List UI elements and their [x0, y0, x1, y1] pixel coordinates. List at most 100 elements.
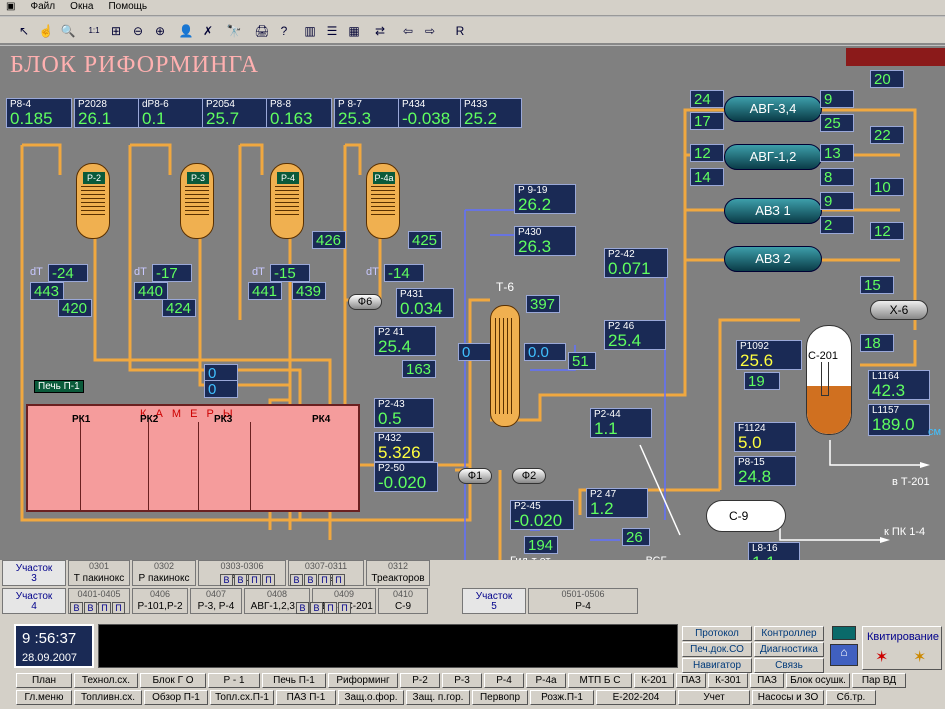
nav-5[interactable]: Связь [754, 658, 824, 673]
zero-2[interactable]: 0 [458, 343, 494, 361]
reactor-1[interactable]: Р-3 [180, 163, 214, 239]
nav2-11[interactable]: Насосы и ЗО [752, 690, 824, 705]
nav1-16[interactable]: Пар ВД [852, 673, 906, 688]
nav2-10[interactable]: Учет [678, 690, 750, 705]
avg-val-v12[interactable]: 12 [870, 222, 904, 240]
param-p247[interactable]: Р2 47 1.2 [586, 488, 648, 518]
nav1-10[interactable]: МТП Б С [568, 673, 632, 688]
separator-c201[interactable] [806, 325, 852, 435]
param-top-6[interactable]: Р434 -0.038 [398, 98, 464, 128]
param-top-2[interactable]: dР8-6 0.1 [138, 98, 204, 128]
temp-t440[interactable]: 440 [134, 282, 168, 300]
air-cooler-0[interactable]: АВГ-3,4 [724, 96, 822, 122]
nav-3[interactable]: Диагностика [754, 642, 824, 657]
avg-val-r9b[interactable]: 9 [820, 192, 854, 210]
avg-val-l12[interactable]: 12 [690, 144, 724, 162]
nav2-2[interactable]: Обзор П-1 [144, 690, 208, 705]
filter-f2[interactable]: Ф2 [512, 468, 546, 484]
mode-button-2-3[interactable]: П [112, 602, 125, 614]
avg-val-v22[interactable]: 22 [870, 126, 904, 144]
val-26[interactable]: 26 [622, 528, 650, 546]
furnace-p1[interactable]: К А М Е Р Ы РК1 РК2 РК3 РК4 [26, 404, 360, 512]
nav2-1[interactable]: Топливн.сх. [74, 690, 142, 705]
avg-val-r25[interactable]: 25 [820, 114, 854, 132]
mode-button-3-3[interactable]: П [338, 602, 351, 614]
mode-button-3-0[interactable]: В [296, 602, 309, 614]
param-top-4[interactable]: Р8-8 0.163 [266, 98, 332, 128]
temp-t424[interactable]: 424 [162, 299, 196, 317]
param-p919[interactable]: Р 9-19 26.2 [514, 184, 576, 214]
temp-t441[interactable]: 441 [248, 282, 282, 300]
separator-c9[interactable]: С-9 [706, 500, 786, 532]
param-top-3[interactable]: Р2054 25.7 [202, 98, 268, 128]
sec4-item-5[interactable]: 0410 С-9 [378, 588, 428, 614]
param-top-1[interactable]: Р2028 26.1 [74, 98, 140, 128]
param-p241[interactable]: Р2 41 25.4 [374, 326, 436, 356]
reactor-3[interactable]: Р-4а [366, 163, 400, 239]
monitor-icon[interactable] [832, 626, 856, 640]
mode-button-2-2[interactable]: П [98, 602, 111, 614]
val-163[interactable]: 163 [402, 360, 436, 378]
nav-2[interactable]: Печ.док.СО [682, 642, 752, 657]
nav1-0[interactable]: План [16, 673, 72, 688]
reactor-0[interactable]: Р-2 [76, 163, 110, 239]
nav1-4[interactable]: Печь П-1 [262, 673, 326, 688]
mode-button-1-0[interactable]: В [290, 574, 303, 586]
avg-val-r8[interactable]: 8 [820, 168, 854, 186]
section-5-button[interactable]: Участок 5 [462, 588, 526, 614]
mode-button-3-1[interactable]: В [310, 602, 323, 614]
avg-val-l24[interactable]: 24 [690, 90, 724, 108]
cooler-x6[interactable]: Х-6 [870, 300, 928, 320]
section-3-button[interactable]: Участок 3 [2, 560, 66, 586]
param-l1164[interactable]: L1164 42.3 [868, 370, 930, 400]
mode-button-2-0[interactable]: В [70, 602, 83, 614]
val-19[interactable]: 19 [744, 372, 780, 390]
mode-button-0-3[interactable]: П [262, 574, 275, 586]
dt-dt2[interactable]: -17 [152, 264, 192, 282]
nav1-3[interactable]: Р - 1 [208, 673, 260, 688]
mode-button-2-1[interactable]: В [84, 602, 97, 614]
sec3-item-1[interactable]: 0302 Р пакинокс [132, 560, 196, 586]
sec3-item-4[interactable]: 0312 Треакторов [366, 560, 430, 586]
sec4-item-1[interactable]: 0406 Р-101,Р-2 [132, 588, 188, 614]
zero-3[interactable]: 0.0 [524, 343, 566, 361]
param-top-7[interactable]: Р433 25.2 [460, 98, 522, 128]
temp-t439[interactable]: 439 [292, 282, 326, 300]
nav2-5[interactable]: Защ.о.фор. [338, 690, 404, 705]
param-l1157[interactable]: L1157 189.0 [868, 404, 930, 436]
mode-button-0-1[interactable]: В [234, 574, 247, 586]
val-194[interactable]: 194 [524, 536, 558, 554]
zero-1[interactable]: 0 [204, 380, 238, 398]
nav-1[interactable]: Контроллер [754, 626, 824, 641]
param-top-5[interactable]: Р 8-7 25.3 [334, 98, 400, 128]
nav2-4[interactable]: ПАЗ П-1 [276, 690, 336, 705]
nav1-6[interactable]: Р-2 [400, 673, 440, 688]
air-cooler-3[interactable]: АВЗ 2 [724, 246, 822, 272]
temp-t426[interactable]: 426 [312, 231, 346, 249]
nav2-6[interactable]: Защ. п.гор. [406, 690, 470, 705]
mode-button-1-3[interactable]: П [332, 574, 345, 586]
mode-button-0-0[interactable]: В [220, 574, 233, 586]
avg-val-r13[interactable]: 13 [820, 144, 854, 162]
avg-val-l17[interactable]: 17 [690, 112, 724, 130]
avg-val-v10[interactable]: 10 [870, 178, 904, 196]
sec5-item-0[interactable]: 0501-0506 Р-4 [528, 588, 638, 614]
param-p246[interactable]: Р2 46 25.4 [604, 320, 666, 350]
val-51[interactable]: 51 [568, 352, 596, 370]
param-p1092[interactable]: Р1092 25.6 [736, 340, 802, 370]
param-p243[interactable]: Р2-43 0.5 [374, 398, 434, 428]
temp-t443[interactable]: 443 [30, 282, 64, 300]
temp-t425[interactable]: 425 [408, 231, 442, 249]
nav1-12[interactable]: ПАЗ [676, 673, 706, 688]
param-p432[interactable]: Р432 5.326 [374, 432, 434, 462]
dt-dt3[interactable]: -15 [270, 264, 310, 282]
nav-4[interactable]: Навигатор [682, 658, 752, 673]
avg-val-r2[interactable]: 2 [820, 216, 854, 234]
param-f1124[interactable]: F1124 5.0 [734, 422, 796, 452]
nav1-11[interactable]: К-201 [634, 673, 674, 688]
mode-button-0-2[interactable]: П [248, 574, 261, 586]
nav2-12[interactable]: Сб.тр. [826, 690, 876, 705]
sec3-item-0[interactable]: 0301 Т пакинокс [68, 560, 130, 586]
nav1-8[interactable]: Р-4 [484, 673, 524, 688]
filter-f1[interactable]: Ф1 [458, 468, 492, 484]
